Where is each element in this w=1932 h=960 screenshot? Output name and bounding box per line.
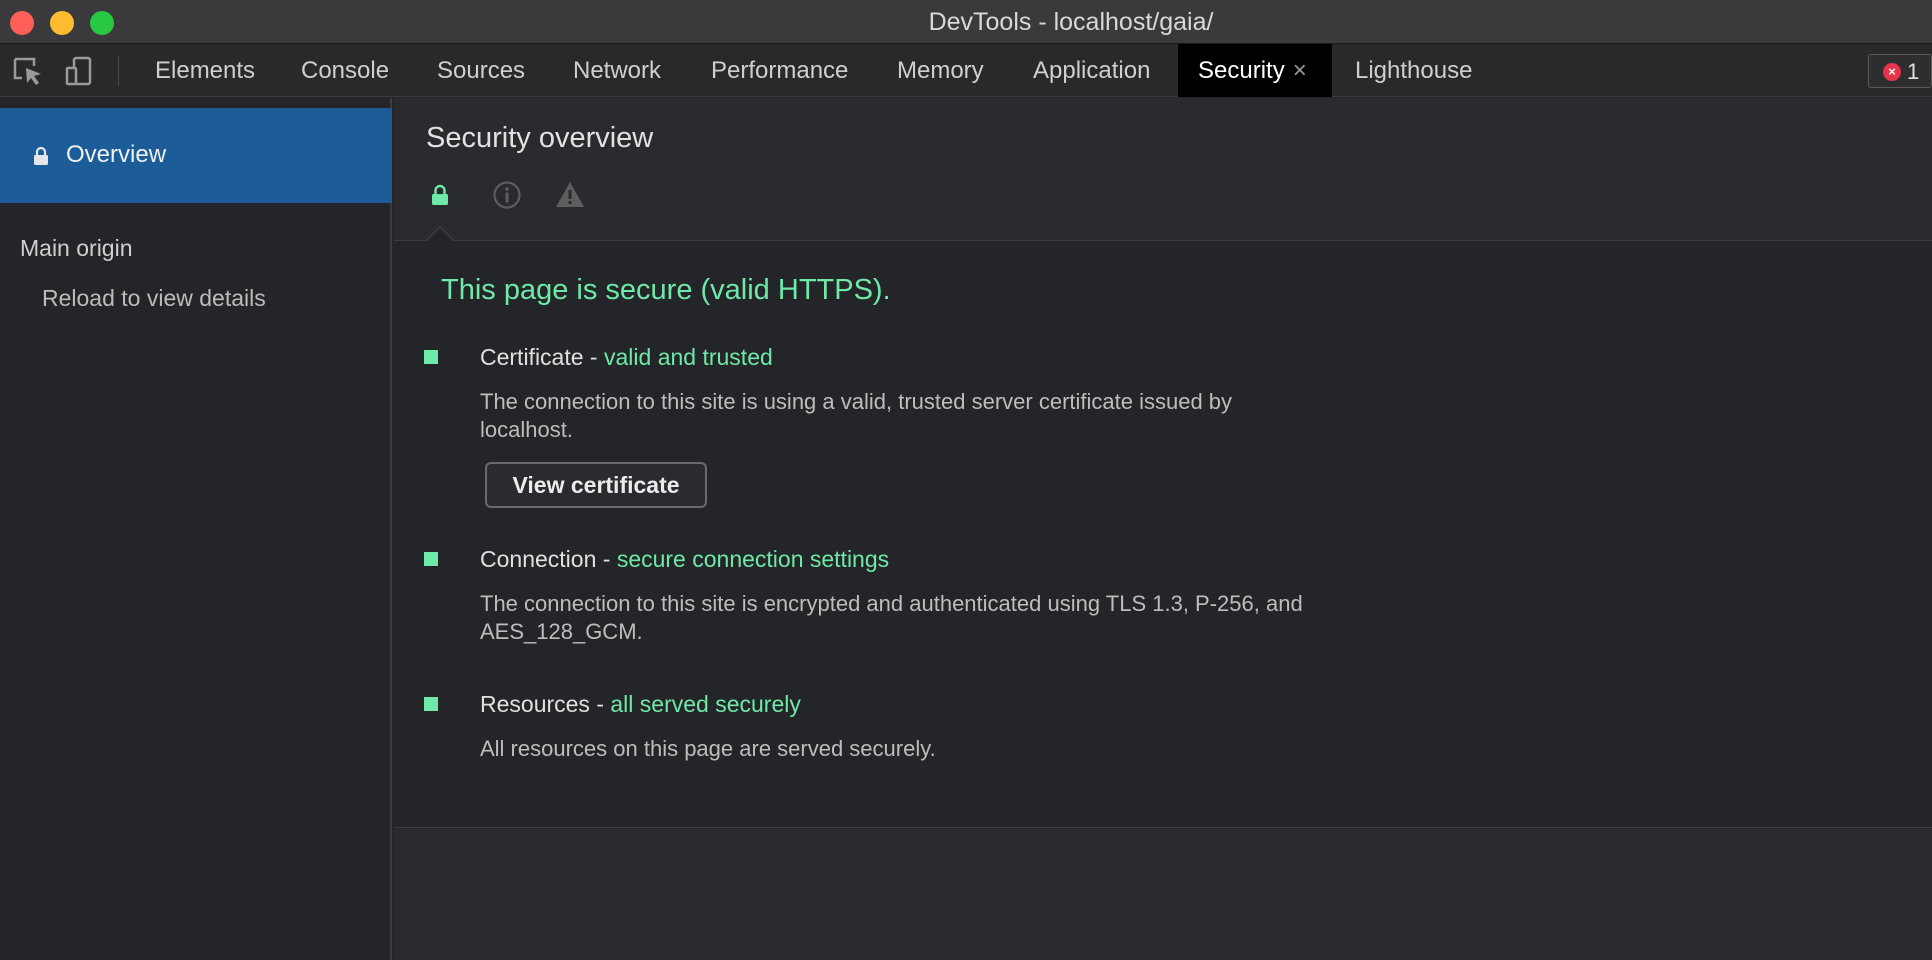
tab-sources[interactable]: Sources <box>417 44 545 97</box>
status-bullet <box>424 552 438 566</box>
connection-description: The connection to this site is encrypted… <box>480 591 1303 644</box>
tab-performance[interactable]: Performance <box>691 44 868 97</box>
tab-security-label: Security <box>1198 57 1285 84</box>
secure-lock-icon <box>431 184 449 211</box>
tab-security[interactable]: Security × <box>1178 44 1332 97</box>
page-title: Security overview <box>426 122 654 154</box>
certificate-status: valid and trusted <box>604 344 773 370</box>
error-count-badge[interactable]: × 1 <box>1868 54 1932 88</box>
sidebar-item-label: Overview <box>66 141 167 168</box>
reload-to-view-details[interactable]: Reload to view details <box>42 285 266 312</box>
security-main-panel: Security overview This page is secure (v… <box>394 98 1932 960</box>
tab-memory[interactable]: Memory <box>877 44 1004 97</box>
tab-elements[interactable]: Elements <box>135 44 275 97</box>
toolbar-divider <box>118 56 119 86</box>
security-overview-header: Security overview <box>394 98 1932 242</box>
element-picker-icon[interactable] <box>12 56 44 86</box>
close-tab-icon[interactable]: × <box>1293 57 1307 84</box>
info-icon <box>492 180 522 215</box>
tab-application[interactable]: Application <box>1013 44 1170 97</box>
error-icon: × <box>1883 63 1901 81</box>
title-bar: DevTools - localhost/gaia/ <box>0 0 1932 44</box>
window-title: DevTools - localhost/gaia/ <box>928 8 1214 36</box>
tab-console[interactable]: Console <box>281 44 409 97</box>
tab-network[interactable]: Network <box>553 44 681 97</box>
warning-icon <box>554 180 586 215</box>
selection-caret <box>426 228 454 242</box>
tab-lighthouse[interactable]: Lighthouse <box>1335 44 1492 97</box>
resources-status: all served securely <box>610 691 801 717</box>
connection-title: Connection - secure connection settings <box>480 546 890 572</box>
view-certificate-button[interactable]: View certificate <box>485 462 707 508</box>
main-origin-heading: Main origin <box>20 235 133 261</box>
sidebar-item-overview[interactable]: Overview <box>0 108 392 203</box>
lock-icon <box>33 146 49 171</box>
status-bullet <box>424 350 438 364</box>
devtools-tab-bar: Elements Console Sources Network Perform… <box>0 44 1932 97</box>
resources-title: Resources - all served securely <box>480 691 801 717</box>
empty-lower-panel <box>394 829 1932 960</box>
error-count: 1 <box>1907 59 1920 84</box>
status-bullet <box>424 697 438 711</box>
security-summary: This page is secure (valid HTTPS). <box>441 274 891 306</box>
connection-status: secure connection settings <box>616 546 890 572</box>
certificate-description: The connection to this site is using a v… <box>480 389 1233 442</box>
security-details: This page is secure (valid HTTPS). Certi… <box>394 242 1932 828</box>
certificate-title: Certificate - valid and trusted <box>480 344 773 370</box>
security-sidebar: Overview Main origin Reload to view deta… <box>0 98 392 960</box>
resources-description: All resources on this page are served se… <box>480 736 936 761</box>
device-toolbar-icon[interactable] <box>64 56 96 86</box>
